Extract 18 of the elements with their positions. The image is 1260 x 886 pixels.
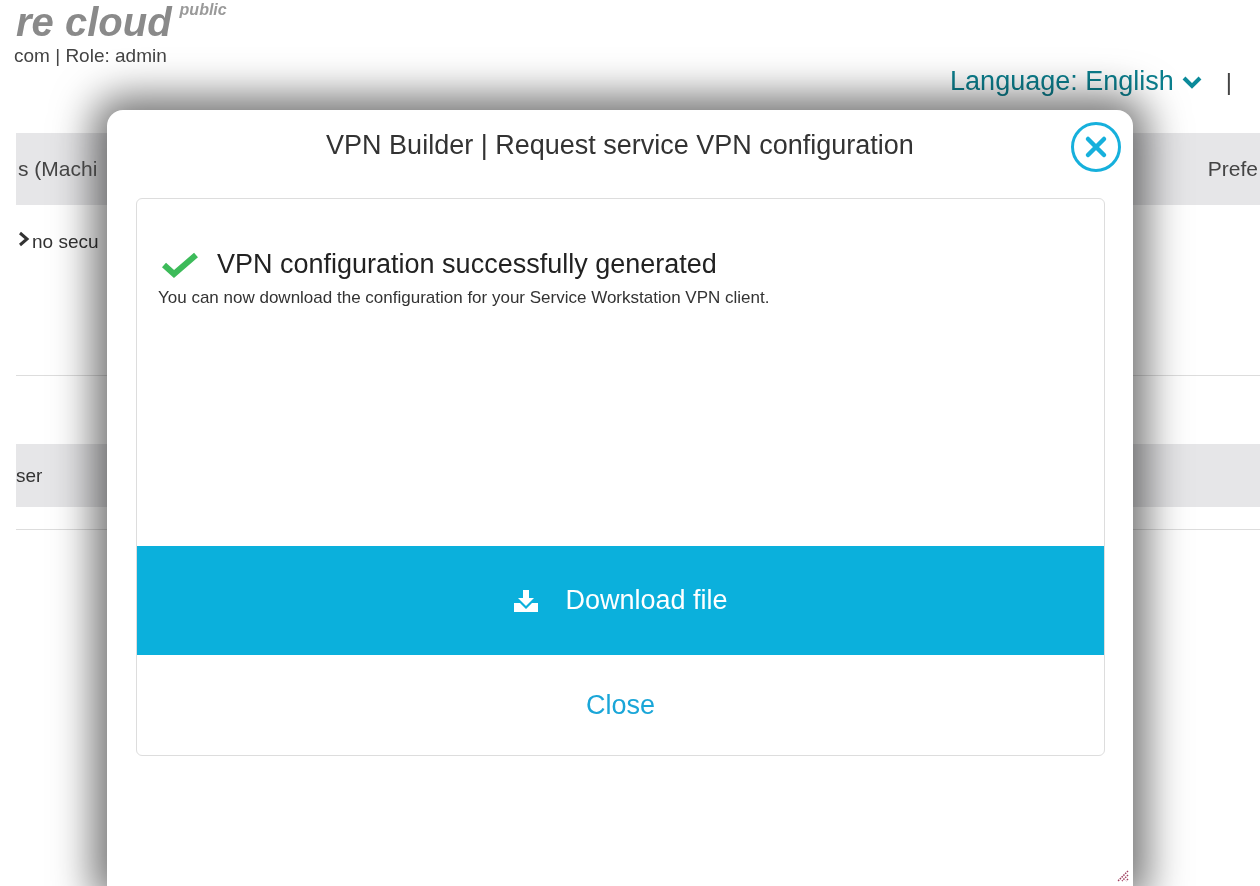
chevron-right-icon — [18, 231, 30, 247]
language-dropdown[interactable]: Language: English — [950, 66, 1202, 97]
chevron-down-icon — [1181, 74, 1202, 89]
logo-tagline: public — [179, 2, 227, 18]
nav-tab[interactable]: Prefe — [1207, 157, 1258, 181]
success-message: You can now download the configuration for your Service Workstation VPN client. — [157, 287, 771, 308]
user-role-text: com | Role: admin — [14, 45, 168, 67]
nav-tab[interactable]: s (Machi — [18, 157, 98, 181]
dialog-title: VPN Builder | Request service VPN configuration — [325, 129, 915, 162]
logo-text: re cloud — [16, 2, 172, 42]
close-icon[interactable] — [1070, 121, 1122, 173]
check-icon — [161, 251, 199, 278]
separator-text: | — [1225, 67, 1232, 96]
resize-grip-icon — [1115, 868, 1129, 882]
download-icon — [513, 588, 540, 613]
status-link[interactable]: no secu — [32, 231, 99, 253]
success-heading: VPN configuration successfully generated — [217, 249, 717, 280]
row-label: ser — [16, 464, 43, 487]
